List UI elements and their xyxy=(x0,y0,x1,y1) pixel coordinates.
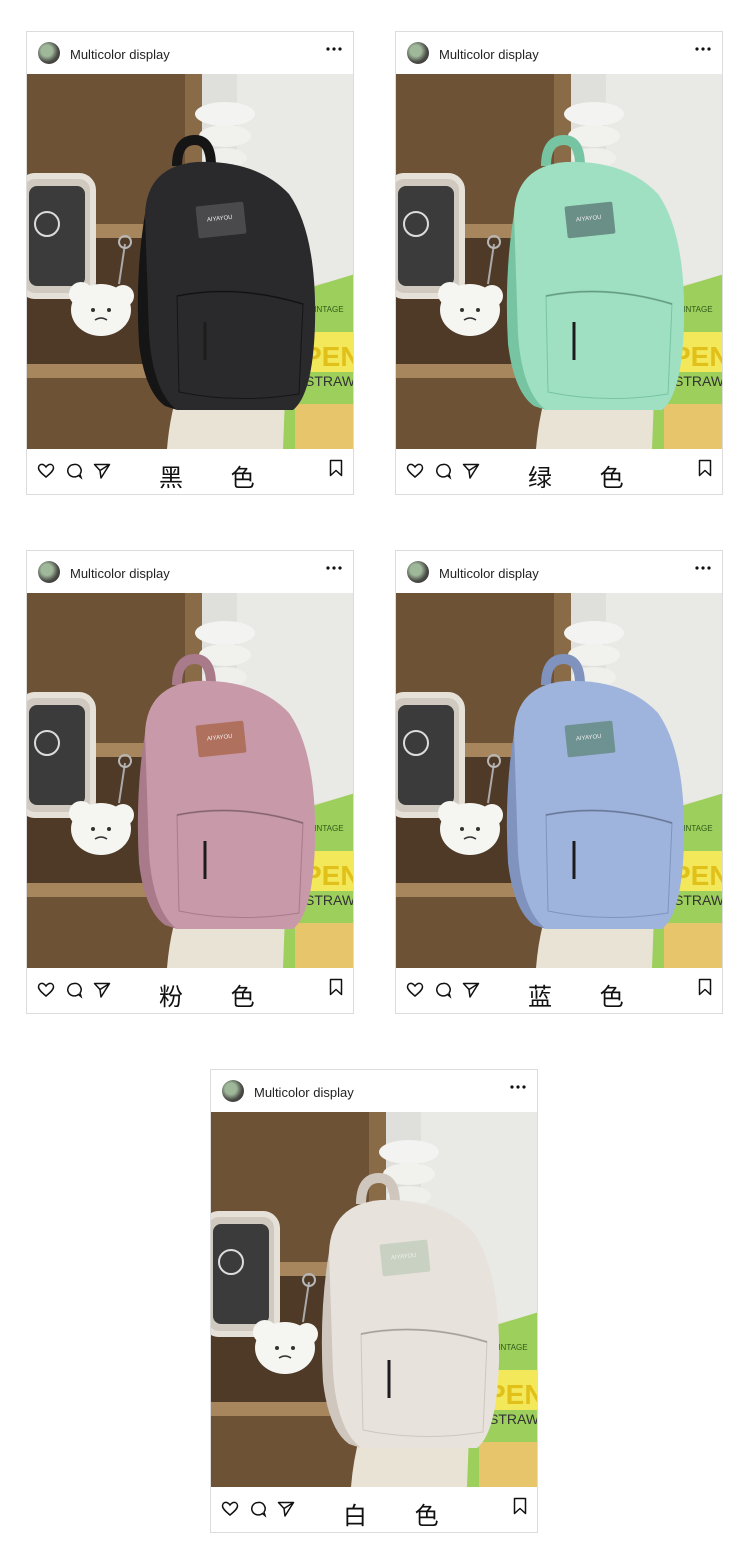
post-photo: PEN STRAW VINTAGE AIYAYOU xyxy=(27,593,353,968)
send-icon[interactable] xyxy=(462,981,480,999)
username[interactable]: Multicolor display xyxy=(439,566,539,581)
post-header: Multicolor display xyxy=(27,551,353,593)
post-header: Multicolor display xyxy=(27,32,353,74)
bookmark-icon[interactable] xyxy=(696,459,714,477)
post-header: Multicolor display xyxy=(211,1070,537,1112)
comment-icon[interactable] xyxy=(65,981,83,999)
avatar[interactable] xyxy=(407,561,429,583)
color-caption: 粉 色 xyxy=(159,983,275,1011)
send-icon[interactable] xyxy=(93,462,111,480)
username[interactable]: Multicolor display xyxy=(70,566,170,581)
post-photo: PEN STRAW VINTAGE AIYAYOU xyxy=(27,74,353,449)
post-card-2: Multicolor display EN STRAW VINTAGE AIYA… xyxy=(395,31,723,495)
post-header: Multicolor display xyxy=(396,32,722,74)
more-options-icon[interactable] xyxy=(694,561,712,575)
post-actions: 绿 色 xyxy=(396,449,722,495)
color-caption: 绿 色 xyxy=(528,464,644,492)
color-caption: 黑 色 xyxy=(159,464,275,492)
heart-icon[interactable] xyxy=(406,462,424,480)
more-options-icon[interactable] xyxy=(694,42,712,56)
svg-text:STRAW: STRAW xyxy=(305,373,353,389)
post-actions: 白 色 xyxy=(211,1487,537,1533)
send-icon[interactable] xyxy=(462,462,480,480)
post-header: Multicolor display xyxy=(396,551,722,593)
bookmark-icon[interactable] xyxy=(327,459,345,477)
avatar[interactable] xyxy=(407,42,429,64)
send-icon[interactable] xyxy=(277,1500,295,1518)
svg-text:STRAW: STRAW xyxy=(489,1411,537,1427)
more-options-icon[interactable] xyxy=(325,561,343,575)
bookmark-icon[interactable] xyxy=(327,978,345,996)
svg-text:STRAW: STRAW xyxy=(674,373,722,389)
avatar[interactable] xyxy=(38,42,60,64)
comment-icon[interactable] xyxy=(249,1500,267,1518)
post-card-3: Multicolor display EN STRAW VINTAGE AIYA… xyxy=(26,550,354,1014)
svg-text:STRAW: STRAW xyxy=(674,892,722,908)
svg-text:STRAW: STRAW xyxy=(305,892,353,908)
username[interactable]: Multicolor display xyxy=(254,1085,354,1100)
more-options-icon[interactable] xyxy=(325,42,343,56)
send-icon[interactable] xyxy=(93,981,111,999)
post-card-5: Multicolor display EN STRAW VINTAGE AIYA… xyxy=(210,1069,538,1533)
post-card-4: Multicolor display EN STRAW VINTAGE AIYA… xyxy=(395,550,723,1014)
avatar[interactable] xyxy=(38,561,60,583)
post-actions: 蓝 色 xyxy=(396,968,722,1014)
avatar[interactable] xyxy=(222,1080,244,1102)
comment-icon[interactable] xyxy=(434,981,452,999)
post-actions: 粉 色 xyxy=(27,968,353,1014)
username[interactable]: Multicolor display xyxy=(439,47,539,62)
heart-icon[interactable] xyxy=(221,1500,239,1518)
heart-icon[interactable] xyxy=(406,981,424,999)
post-photo: PEN STRAW VINTAGE AIYAYOU xyxy=(211,1112,537,1487)
heart-icon[interactable] xyxy=(37,462,55,480)
post-photo: PEN STRAW VINTAGE AIYAYOU xyxy=(396,593,722,968)
comment-icon[interactable] xyxy=(65,462,83,480)
post-actions: 黑 色 xyxy=(27,449,353,495)
color-caption: 蓝 色 xyxy=(528,983,644,1011)
color-caption: 白 色 xyxy=(343,1502,459,1530)
bookmark-icon[interactable] xyxy=(511,1497,529,1515)
username[interactable]: Multicolor display xyxy=(70,47,170,62)
post-photo: PEN STRAW VINTAGE AIYAYOU xyxy=(396,74,722,449)
comment-icon[interactable] xyxy=(434,462,452,480)
more-options-icon[interactable] xyxy=(509,1080,527,1094)
heart-icon[interactable] xyxy=(37,981,55,999)
post-card-1: Multicolor display EN STRAW VINTAGE AIYA… xyxy=(26,31,354,495)
bookmark-icon[interactable] xyxy=(696,978,714,996)
